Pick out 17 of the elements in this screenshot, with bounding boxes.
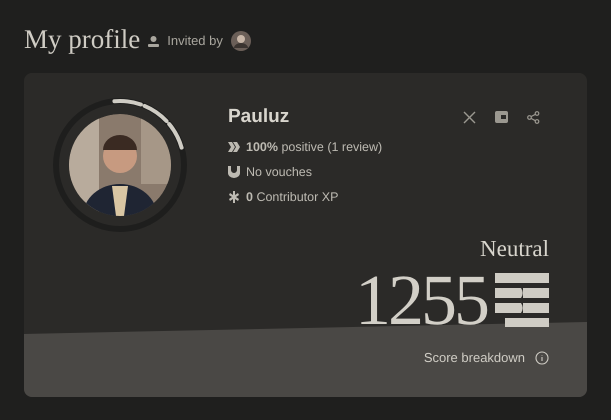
page-title: My profile [24,22,140,56]
user-icon [148,36,160,46]
chevrons-icon [228,142,240,152]
stat-text: 100% positive (1 review) [246,138,382,156]
score-value: 1255 [355,264,487,336]
x-logo-icon [462,110,476,124]
share-icon [526,110,540,124]
invited-label: Invited by [167,32,223,50]
wallet-icon [494,111,508,124]
score-level: Neutral [480,237,549,260]
info-icon [535,350,549,365]
stat-text: No vouches [246,164,312,181]
profile-name: Pauluz [228,105,290,129]
stat-text: 0 Contributor XP [246,188,338,206]
logo-icon [495,273,549,327]
avatar-icon [230,31,251,51]
score-breakdown-button[interactable]: Score breakdown [424,348,549,368]
